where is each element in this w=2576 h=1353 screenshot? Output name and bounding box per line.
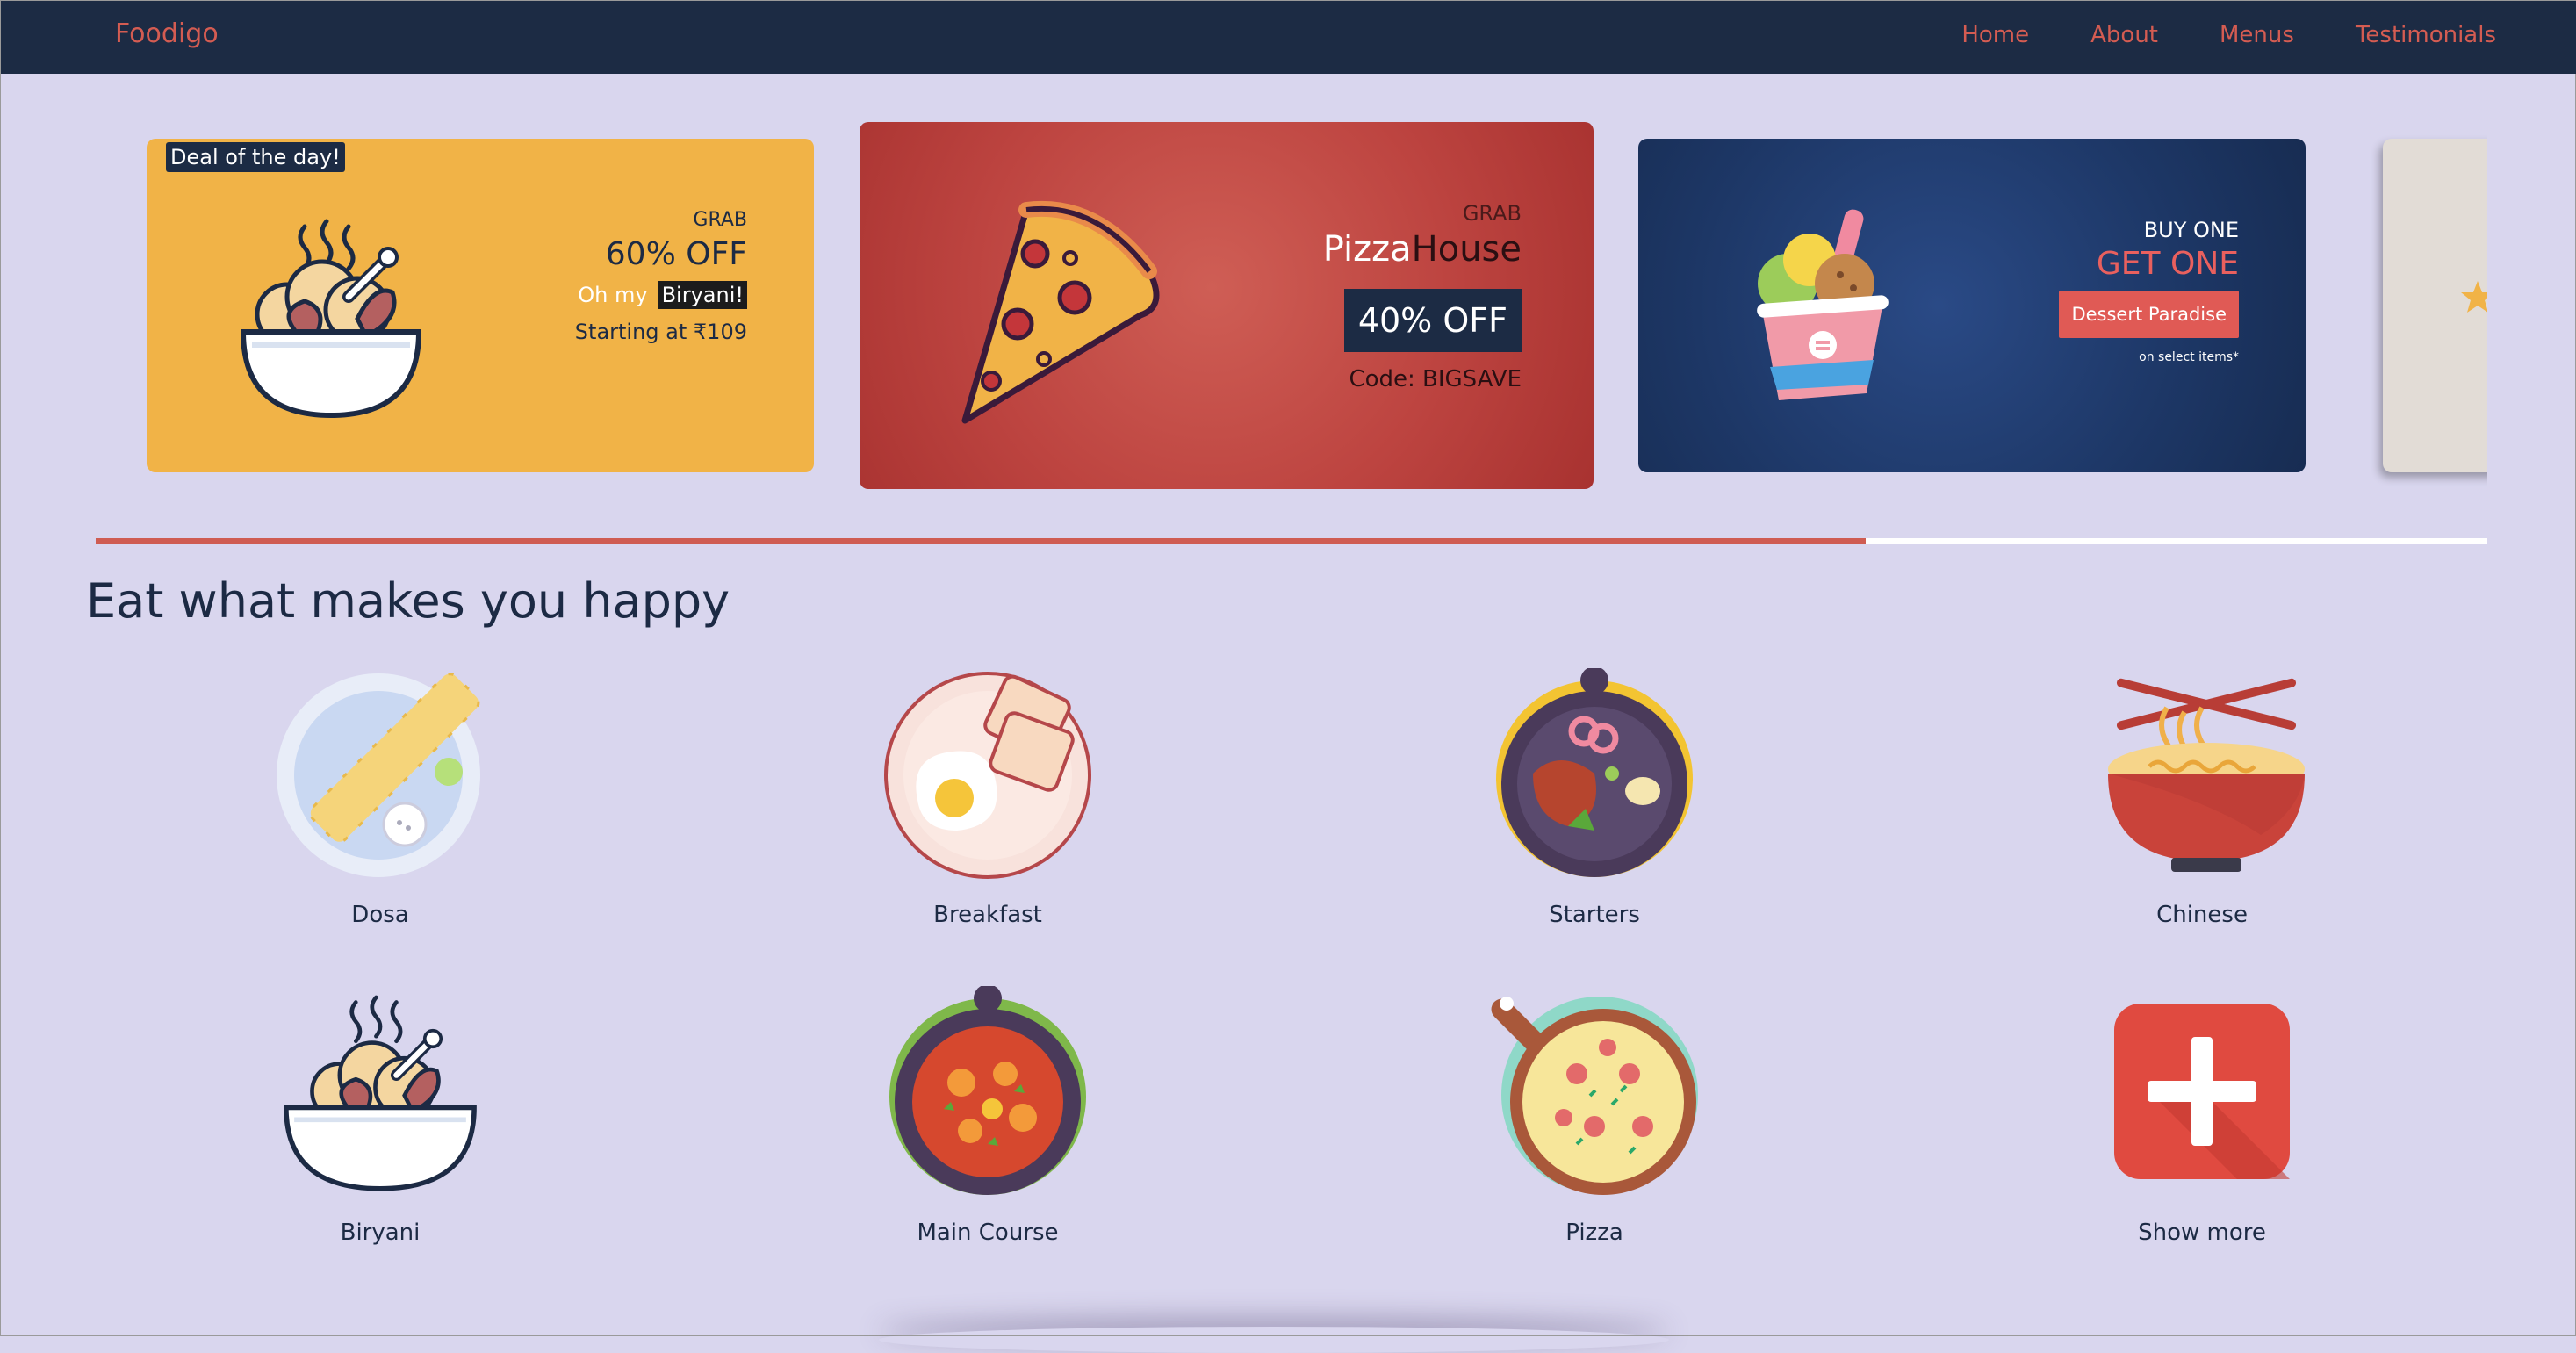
category-label: Main Course — [917, 1220, 1059, 1246]
carousel-progress-bar — [96, 538, 2487, 544]
pizza-icon — [1491, 997, 1698, 1195]
category-pizza[interactable]: Pizza — [1436, 986, 1752, 1246]
category-label: Breakfast — [933, 902, 1042, 928]
footer-shadow — [879, 1327, 1669, 1353]
dessert-paradise-button[interactable]: Dessert Paradise — [2059, 291, 2239, 338]
buy-one-text: BUY ONE — [2143, 218, 2239, 242]
dosa-icon — [277, 673, 480, 877]
category-label: Pizza — [1565, 1220, 1623, 1246]
pizza-slice-icon — [961, 200, 1160, 424]
category-label: Dosa — [351, 902, 409, 928]
biryani-icon — [284, 995, 477, 1191]
grab-label: GRAB — [693, 209, 747, 231]
dessert-offer-text: BUY ONE GET ONE Dessert Paradise on sele… — [2059, 218, 2239, 364]
ice-cream-cup-icon — [1757, 209, 1889, 400]
select-items-note: on select items* — [2139, 350, 2239, 364]
plus-icon — [2114, 1004, 2290, 1179]
category-starters[interactable]: Starters — [1436, 668, 1752, 928]
nav-link-about[interactable]: About — [2090, 22, 2158, 48]
category-show-more[interactable]: Show more — [2044, 986, 2360, 1246]
pizzahouse-title: PizzaHouse — [1323, 229, 1522, 270]
biryani-highlight: Biryani! — [658, 281, 747, 309]
navbar: Foodigo Home About Menus Testimonials — [1, 1, 2576, 74]
pizzahouse-offer-text: GRAB PizzaHouse 40% OFF Code: BIGSAVE — [1323, 201, 1522, 392]
discount-box: 40% OFF — [1343, 289, 1522, 352]
offer-card-partial[interactable] — [2383, 139, 2487, 472]
biryani-bowl-icon — [240, 219, 422, 419]
main-course-icon — [889, 986, 1086, 1195]
chinese-noodles-icon — [2108, 678, 2305, 872]
star-icon — [2461, 281, 2487, 313]
promo-code-text: Code: BIGSAVE — [1349, 366, 1522, 392]
category-main-course[interactable]: Main Course — [830, 986, 1146, 1246]
category-biryani[interactable]: Biryani — [222, 986, 538, 1246]
get-one-text: GET ONE — [2096, 246, 2239, 282]
section-title: Eat what makes you happy — [86, 573, 730, 629]
category-label: Biryani — [340, 1220, 421, 1246]
starting-price-text: Starting at ₹109 — [574, 320, 747, 344]
brand-logo-link[interactable]: Foodigo — [115, 18, 219, 49]
offers-carousel[interactable]: Deal of the day! GRAB 60% OFF Oh my Biry… — [96, 106, 2487, 519]
oh-my-biryani-line: Oh my Biryani! — [575, 281, 747, 309]
category-dosa[interactable]: Dosa — [222, 668, 538, 928]
house-word: House — [1411, 229, 1522, 270]
starters-icon — [1496, 668, 1693, 877]
pizza-word: Pizza — [1322, 229, 1412, 270]
deal-of-day-badge: Deal of the day! — [166, 142, 345, 172]
offer-card-dessert[interactable]: BUY ONE GET ONE Dessert Paradise on sele… — [1638, 139, 2306, 472]
offer-card-biryani[interactable]: Deal of the day! GRAB 60% OFF Oh my Biry… — [147, 139, 814, 472]
nav-link-testimonials[interactable]: Testimonials — [2356, 22, 2496, 48]
category-label: Chinese — [2156, 902, 2248, 928]
nav-links: Home About Menus Testimonials — [1961, 22, 2496, 48]
category-chinese[interactable]: Chinese — [2044, 668, 2360, 928]
breakfast-icon — [884, 672, 1091, 879]
category-label: Show more — [2138, 1220, 2266, 1246]
discount-text: 60% OFF — [605, 236, 747, 272]
nav-link-home[interactable]: Home — [1961, 22, 2029, 48]
category-breakfast[interactable]: Breakfast — [830, 668, 1146, 928]
nav-link-menus[interactable]: Menus — [2220, 22, 2294, 48]
oh-my-text: Oh my — [578, 283, 648, 307]
carousel-progress-fill — [96, 538, 1866, 544]
offer-card-pizzahouse[interactable]: GRAB PizzaHouse 40% OFF Code: BIGSAVE — [860, 122, 1594, 489]
biryani-offer-text: GRAB 60% OFF Oh my Biryani! Starting at … — [575, 209, 747, 344]
grab-label: GRAB — [1462, 201, 1522, 226]
category-label: Starters — [1549, 902, 1640, 928]
